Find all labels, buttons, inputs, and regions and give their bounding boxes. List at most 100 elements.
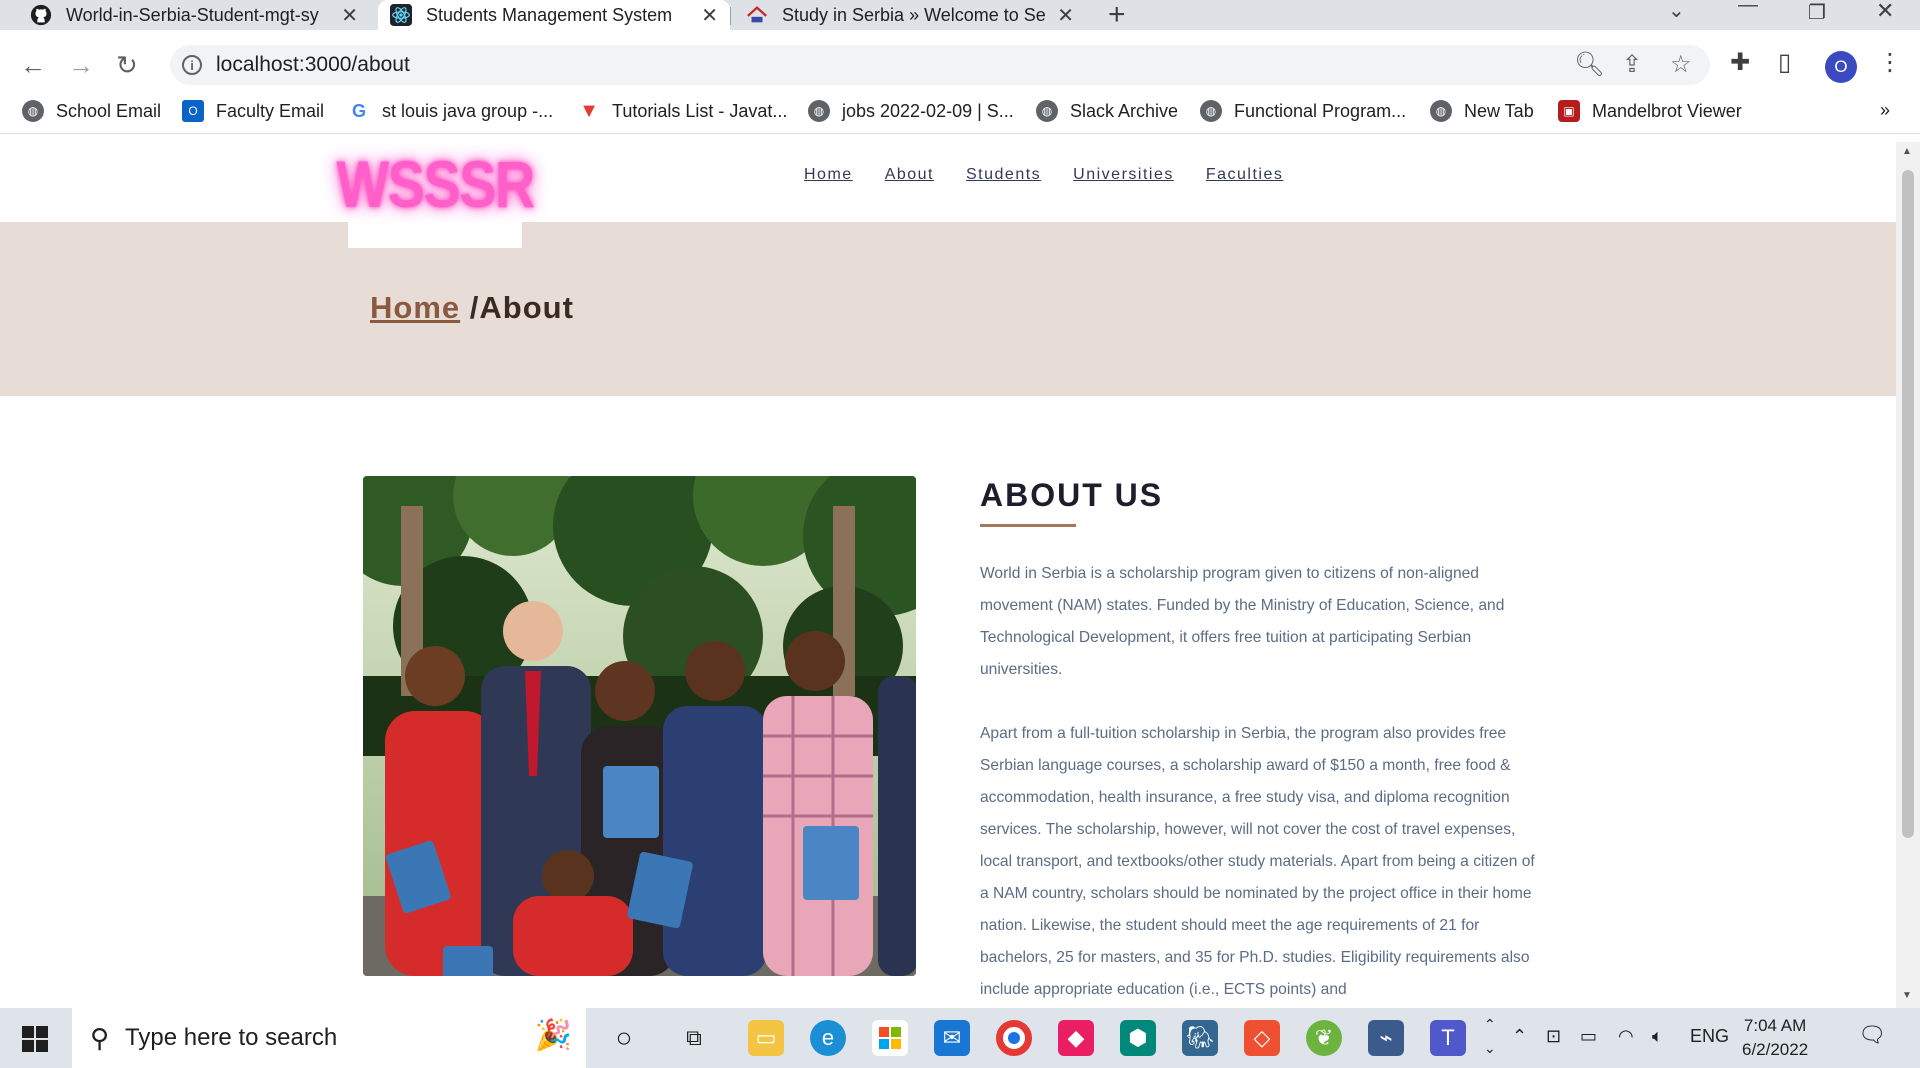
windows-start-icon[interactable] (22, 1026, 48, 1052)
volume-icon[interactable]: 🔈︎ (1652, 1026, 1663, 1047)
cube-app-icon[interactable]: ⬢ (1120, 1020, 1156, 1056)
close-icon[interactable]: ✕ (1057, 3, 1074, 28)
breadcrumb-home-link[interactable]: Home (370, 290, 460, 325)
clock-time: 7:04 AM (1743, 1016, 1807, 1035)
scrollbar-thumb[interactable] (1902, 170, 1914, 838)
bookmark-jobs[interactable]: ◍ jobs 2022-02-09 | S... (808, 100, 1014, 122)
page-banner: Home /About (0, 222, 1896, 396)
profile-avatar[interactable]: O (1825, 51, 1857, 83)
restore-icon[interactable]: ❐ (1808, 0, 1826, 25)
bookmark-label: st louis java group -... (382, 100, 554, 121)
globe-icon: ◍ (1430, 100, 1452, 122)
about-body: World in Serbia is a scholarship program… (980, 558, 1540, 1008)
system-clock[interactable]: 7:04 AM 6/2/2022 (1742, 1014, 1808, 1062)
github-icon (30, 4, 52, 26)
bookmark-slack-archive[interactable]: ◍ Slack Archive (1036, 100, 1178, 122)
wifi-icon[interactable]: ◠ (1618, 1026, 1634, 1047)
microsoft-store-icon[interactable] (872, 1020, 908, 1056)
share-icon[interactable]: ⇪ (1622, 50, 1642, 79)
heading-accent-line (980, 524, 1076, 527)
bookmark-tutorials-list[interactable]: ▼ Tutorials List - Javat... (578, 100, 787, 122)
postgresql-icon[interactable]: 🐘︎ (1182, 1020, 1218, 1056)
menu-kebab-icon[interactable]: ⋮ (1878, 48, 1902, 77)
bookmark-mandelbrot-viewer[interactable]: ▣ Mandelbrot Viewer (1558, 100, 1742, 122)
side-panel-icon[interactable]: ▯ (1778, 48, 1791, 77)
new-tab-plus-icon[interactable]: + (1108, 0, 1126, 32)
page-scrollbar[interactable]: ▲ ▼ (1896, 142, 1920, 1008)
tab-search-chevron-icon[interactable]: ⌄ (1668, 0, 1685, 23)
tab-title: Study in Serbia » Welcome to Ser (782, 4, 1046, 25)
close-icon[interactable]: ✕ (341, 3, 358, 28)
taskbar-search-box[interactable]: ⚲ Type here to search 🎉 (72, 1008, 586, 1068)
nav-home[interactable]: Home (804, 166, 853, 184)
git-icon[interactable]: ◇ (1244, 1020, 1280, 1056)
globe-icon: ◍ (22, 100, 44, 122)
edge-icon[interactable]: e (810, 1020, 846, 1056)
tab-strip: World-in-Serbia-Student-mgt-sy ✕ Student… (0, 0, 1920, 32)
taskbar-scroll-up-icon[interactable]: ⌃ (1484, 1016, 1496, 1033)
bookmark-new-tab[interactable]: ◍ New Tab (1430, 100, 1534, 122)
chrome-icon[interactable] (996, 1020, 1032, 1056)
spring-icon[interactable]: ❦ (1306, 1020, 1342, 1056)
nav-students[interactable]: Students (966, 166, 1041, 184)
battery-icon[interactable]: ▭ (1580, 1026, 1597, 1047)
globe-icon: ◍ (1036, 100, 1058, 122)
bookmark-label: Functional Program... (1234, 100, 1407, 121)
close-icon[interactable]: ✕ (701, 3, 718, 28)
bookmark-faculty-email[interactable]: O Faculty Email (182, 100, 324, 122)
outlook-icon: O (182, 100, 204, 122)
bookmark-functional-program[interactable]: ◍ Functional Program... (1200, 100, 1406, 122)
google-icon: G (348, 100, 370, 122)
nav-universities[interactable]: Universities (1073, 166, 1174, 184)
bookmark-st-louis-java[interactable]: G st louis java group -... (348, 100, 553, 122)
logo-container[interactable]: WSSSR (336, 142, 535, 248)
minimize-icon[interactable]: — (1738, 0, 1758, 17)
mail-icon[interactable]: ✉ (934, 1020, 970, 1056)
back-arrow-icon[interactable]: ← (20, 50, 46, 81)
language-indicator[interactable]: ENG (1690, 1026, 1729, 1047)
extensions-puzzle-icon[interactable]: ✚ (1730, 48, 1750, 77)
bookmark-label: New Tab (1464, 100, 1534, 121)
url-text: localhost:3000/about (216, 53, 410, 76)
tray-overflow-chevron-icon[interactable]: ⌃ (1512, 1026, 1527, 1047)
windows-taskbar: ⚲ Type here to search 🎉 ○ ⧉ ▭ e ✉ ◆ ⬢ 🐘︎… (0, 1008, 1920, 1068)
nav-faculties[interactable]: Faculties (1206, 166, 1284, 184)
clock-date: 6/2/2022 (1742, 1040, 1809, 1059)
scroll-up-icon[interactable]: ▲ (1902, 146, 1912, 157)
address-bar[interactable]: i localhost:3000/about (170, 45, 1710, 85)
dev-app-icon[interactable]: ◆ (1058, 1020, 1094, 1056)
bookmarks-overflow-icon[interactable]: » (1880, 100, 1890, 121)
scroll-down-icon[interactable]: ▼ (1902, 990, 1912, 1001)
mandelbrot-icon: ▣ (1558, 100, 1580, 122)
taskbar-scroll-down-icon[interactable]: ⌄ (1484, 1040, 1496, 1057)
bookmark-label: Tutorials List - Javat... (612, 100, 788, 121)
nav-about[interactable]: About (885, 166, 934, 184)
tab-students-management[interactable]: Students Management System ✕ (378, 0, 730, 30)
cortana-icon[interactable]: ○ (606, 1020, 642, 1056)
task-view-icon[interactable]: ⧉ (676, 1020, 712, 1056)
teams-icon[interactable]: T (1430, 1020, 1466, 1056)
reload-icon[interactable]: ↻ (116, 50, 138, 81)
tab-title: Students Management System (426, 4, 673, 25)
forward-arrow-icon[interactable]: → (68, 50, 94, 81)
mysql-workbench-icon[interactable]: ⌁ (1368, 1020, 1404, 1056)
photo-illustration (363, 476, 916, 976)
tab-title: World-in-Serbia-Student-mgt-sy (66, 4, 319, 25)
tab-github[interactable]: World-in-Serbia-Student-mgt-sy ✕ (18, 0, 370, 30)
notifications-icon[interactable]: 🗨︎ (1858, 1022, 1886, 1048)
file-explorer-icon[interactable]: ▭ (748, 1020, 784, 1056)
site-logo: WSSSR (336, 147, 535, 221)
tray-device-icon[interactable]: ⊡ (1546, 1026, 1561, 1047)
window-close-icon[interactable]: ✕ (1876, 0, 1894, 24)
tab-study-in-serbia[interactable]: Study in Serbia » Welcome to Ser ✕ (734, 0, 1086, 30)
bookmark-label: Faculty Email (216, 100, 325, 121)
site-header: Home About Students Universities Faculti… (0, 142, 1896, 222)
students-group-photo (363, 476, 916, 976)
search-highlight-icon: 🎉 (534, 1019, 572, 1052)
site-info-icon[interactable]: i (182, 55, 202, 75)
zoom-icon[interactable]: 🔍︎ (1574, 50, 1604, 79)
bookmark-star-icon[interactable]: ☆ (1670, 50, 1692, 79)
bookmark-label: Slack Archive (1070, 100, 1179, 121)
bookmark-school-email[interactable]: ◍ School Email (22, 100, 161, 122)
search-placeholder: Type here to search (125, 1024, 338, 1051)
